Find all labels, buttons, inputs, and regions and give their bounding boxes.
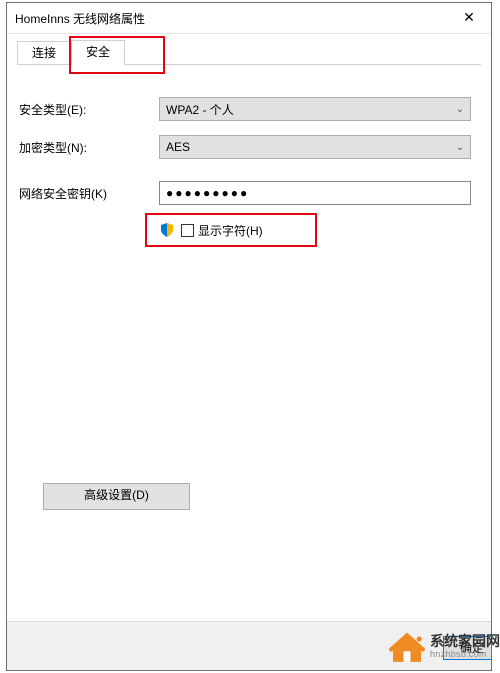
watermark-cn: 系统家园网 <box>430 633 500 649</box>
tab-security-label: 安全 <box>86 45 110 59</box>
combo-security-type-value: WPA2 - 个人 <box>166 101 234 118</box>
row-show-chars: 显示字符(H) <box>159 219 471 241</box>
combo-encryption-value: AES <box>166 140 190 154</box>
client-area: 连接 安全 安全类型(E): WPA2 - 个人 ⌄ 加密类型(N): AES … <box>7 34 491 261</box>
shield-icon <box>159 222 175 238</box>
combo-encryption[interactable]: AES ⌄ <box>159 135 471 159</box>
label-encryption: 加密类型(N): <box>19 139 159 156</box>
close-icon: ✕ <box>463 9 475 26</box>
tab-connect[interactable]: 连接 <box>17 41 71 65</box>
close-button[interactable]: ✕ <box>447 3 491 32</box>
label-key: 网络安全密钥(K) <box>19 185 159 202</box>
chevron-down-icon: ⌄ <box>456 104 464 115</box>
row-security-type: 安全类型(E): WPA2 - 个人 ⌄ <box>19 97 471 121</box>
input-key-value: ●●●●●●●●● <box>166 186 249 200</box>
row-key: 网络安全密钥(K) ●●●●●●●●● <box>19 181 471 205</box>
input-key[interactable]: ●●●●●●●●● <box>159 181 471 205</box>
form-area: 安全类型(E): WPA2 - 个人 ⌄ 加密类型(N): AES ⌄ 网络安全… <box>17 65 481 251</box>
row-encryption: 加密类型(N): AES ⌄ <box>19 135 471 159</box>
house-icon <box>386 625 428 667</box>
dialog-window: HomeInns 无线网络属性 ✕ 连接 安全 安全类型(E): WPA2 - … <box>6 2 492 671</box>
chevron-down-icon: ⌄ <box>456 142 464 153</box>
advanced-settings-label: 高级设置(D) <box>84 488 149 502</box>
tab-strip: 连接 安全 <box>17 40 481 65</box>
tab-security[interactable]: 安全 <box>71 40 125 66</box>
window-title: HomeInns 无线网络属性 <box>15 10 145 27</box>
label-security-type: 安全类型(E): <box>19 101 159 118</box>
watermark: 系统家园网 hnzhbsb.com <box>386 625 500 667</box>
checkbox-show-chars[interactable] <box>181 224 194 237</box>
label-show-chars: 显示字符(H) <box>198 222 263 239</box>
combo-security-type[interactable]: WPA2 - 个人 ⌄ <box>159 97 471 121</box>
watermark-text: 系统家园网 hnzhbsb.com <box>430 633 500 659</box>
watermark-en: hnzhbsb.com <box>430 649 500 659</box>
advanced-settings-button[interactable]: 高级设置(D) <box>43 483 190 510</box>
titlebar: HomeInns 无线网络属性 ✕ <box>7 3 491 34</box>
tab-connect-label: 连接 <box>32 46 56 60</box>
